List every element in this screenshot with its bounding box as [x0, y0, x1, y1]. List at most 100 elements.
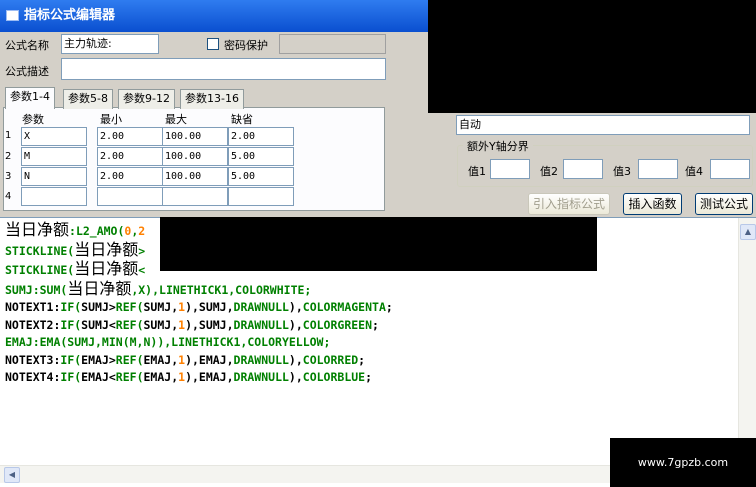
code-token: >: [138, 243, 146, 258]
password-field: [279, 34, 386, 54]
redaction-block: [428, 0, 756, 113]
desc-field[interactable]: [61, 58, 386, 80]
value1-field[interactable]: [490, 159, 530, 179]
code-token: IF(: [60, 352, 82, 367]
code-token: 当日净额: [74, 239, 139, 259]
code-token: EMAJ<: [81, 370, 116, 384]
tab-params-5-8[interactable]: 参数5-8: [63, 89, 113, 109]
param-name-field[interactable]: M: [21, 147, 87, 166]
code-token: EMAJ>: [81, 352, 116, 367]
code-token: ),: [288, 300, 303, 314]
code-token: NOTEXT3:: [5, 352, 61, 367]
name-label: 公式名称: [5, 39, 49, 52]
y-axis-group-title: 额外Y轴分界: [463, 138, 533, 154]
code-token: SUMJ<: [81, 317, 116, 332]
import-formula-button[interactable]: 引入指标公式: [528, 193, 610, 215]
col-header-max: 最大: [165, 113, 187, 126]
code-token: DRAWNULL: [233, 300, 289, 314]
code-line: NOTEXT2:IF(SUMJ<REF(SUMJ,1),SUMJ,DRAWNUL…: [5, 317, 605, 335]
param-default-field[interactable]: [228, 187, 294, 206]
code-token: COLORMAGENTA: [302, 300, 386, 314]
code-token: NOTEXT4:: [5, 370, 61, 384]
code-token: COLORGREEN: [302, 317, 373, 332]
code-line: NOTEXT4:IF(EMAJ<REF(EMAJ,1),EMAJ,DRAWNUL…: [5, 369, 605, 387]
code-token: EMAJ,: [143, 352, 179, 367]
row-number: 3: [5, 171, 12, 182]
param-name-field[interactable]: N: [21, 167, 87, 186]
code-token: REF(: [115, 352, 144, 367]
code-token: ),SUMJ,: [185, 300, 234, 314]
code-token: 当日净额: [67, 278, 132, 298]
code-token: NOTEXT1:: [5, 300, 61, 314]
row-number: 4: [5, 191, 12, 202]
redaction-block: [160, 217, 597, 271]
value4-label: 值4: [685, 165, 703, 178]
code-token: COLORRED: [302, 352, 359, 367]
code-token: DRAWNULL: [233, 352, 289, 367]
param-min-field[interactable]: [97, 187, 163, 206]
value3-field[interactable]: [638, 159, 678, 179]
scroll-left-icon[interactable]: ◀: [4, 467, 20, 483]
param-min-field[interactable]: 2.00: [97, 167, 163, 186]
code-line: EMAJ:EMA(SUMJ,MIN(M,N)),LINETHICK1,COLOR…: [5, 334, 605, 352]
param-min-field[interactable]: 2.00: [97, 147, 163, 166]
test-formula-button[interactable]: 测试公式: [695, 193, 753, 215]
param-default-field[interactable]: 5.00: [228, 147, 294, 166]
code-token: ),SUMJ,: [185, 317, 234, 332]
password-checkbox[interactable]: [207, 38, 219, 50]
desc-label: 公式描述: [5, 65, 49, 78]
window-title: 指标公式编辑器: [24, 8, 116, 23]
param-max-field[interactable]: [162, 187, 228, 206]
password-label: 密码保护: [224, 39, 268, 52]
value2-label: 值2: [540, 165, 558, 178]
scroll-up-icon[interactable]: ▲: [740, 224, 756, 240]
tab-params-13-16[interactable]: 参数13-16: [180, 89, 244, 109]
value4-field[interactable]: [710, 159, 750, 179]
col-header-min: 最小: [100, 113, 122, 126]
code-token: ,X),LINETHICK1,COLORWHITE;: [131, 282, 312, 297]
param-max-field[interactable]: 100.00: [162, 167, 228, 186]
name-field[interactable]: 主力轨迹:: [61, 34, 159, 54]
code-token: SUMJ:SUM(: [5, 282, 68, 297]
code-token: EMAJ:EMA(SUMJ,MIN(M,N)),LINETHICK1,COLOR…: [5, 335, 331, 349]
code-token: IF(: [60, 317, 82, 332]
code-token: 当日净额: [5, 221, 70, 239]
code-token: ),: [288, 317, 303, 332]
param-default-field[interactable]: 2.00: [228, 127, 294, 146]
code-token: SUMJ,: [143, 317, 179, 332]
code-token: <: [138, 263, 146, 277]
value2-field[interactable]: [563, 159, 603, 179]
code-token: ),EMAJ,: [185, 352, 234, 367]
vertical-scrollbar[interactable]: ▲: [738, 218, 756, 472]
tab-params-1-4[interactable]: 参数1-4: [5, 87, 55, 109]
value3-label: 值3: [613, 165, 631, 178]
axis-mode-field[interactable]: 自动: [456, 115, 750, 135]
insert-function-button[interactable]: 插入函数: [623, 193, 682, 215]
window-titlebar[interactable]: 指标公式编辑器: [0, 0, 428, 32]
window-icon: [6, 10, 19, 21]
code-token: :L2_AMO(: [69, 224, 125, 238]
code-token: SUMJ>: [81, 300, 116, 314]
code-token: ),: [288, 370, 303, 384]
param-max-field[interactable]: 100.00: [162, 147, 228, 166]
code-line: NOTEXT3:IF(EMAJ>REF(EMAJ,1),EMAJ,DRAWNUL…: [5, 352, 605, 370]
param-name-field[interactable]: [21, 187, 87, 206]
row-number: 2: [5, 151, 12, 162]
code-token: ;: [365, 370, 373, 384]
value1-label: 值1: [468, 165, 486, 178]
code-token: STICKLINE(: [5, 243, 75, 258]
code-token: ),EMAJ,: [185, 370, 234, 384]
param-default-field[interactable]: 5.00: [228, 167, 294, 186]
code-token: STICKLINE(: [5, 263, 75, 277]
code-token: DRAWNULL: [233, 317, 289, 332]
param-min-field[interactable]: 2.00: [97, 127, 163, 146]
code-line: SUMJ:SUM(当日净额,X),LINETHICK1,COLORWHITE;: [5, 278, 605, 300]
param-name-field[interactable]: X: [21, 127, 87, 146]
col-header-default: 缺省: [231, 113, 253, 126]
code-token: ;: [358, 352, 366, 367]
param-max-field[interactable]: 100.00: [162, 127, 228, 146]
code-token: REF(: [115, 317, 144, 332]
code-token: IF(: [60, 300, 82, 314]
code-token: NOTEXT2:: [5, 317, 61, 332]
tab-params-9-12[interactable]: 参数9-12: [118, 89, 175, 109]
